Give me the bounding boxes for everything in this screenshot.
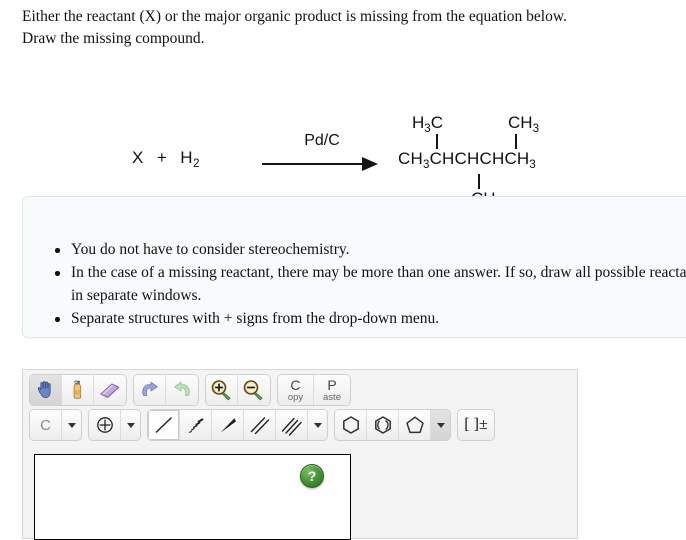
atom-element-dropdown[interactable] bbox=[62, 410, 81, 440]
question-prompt: Either the reactant (X) or the major org… bbox=[0, 0, 686, 50]
plus-circle-icon bbox=[96, 417, 113, 433]
eraser-tool[interactable] bbox=[94, 375, 126, 405]
benzene-ring-icon bbox=[374, 416, 391, 434]
product-methyl-top-right: CH3 bbox=[508, 113, 539, 135]
prompt-line-1: Either the reactant (X) or the major org… bbox=[22, 8, 567, 25]
paste-button[interactable]: P aste bbox=[314, 375, 350, 405]
charge-dropdown[interactable] bbox=[121, 410, 140, 440]
copy-initial: C bbox=[290, 376, 301, 393]
bond-vertical-bottom bbox=[478, 174, 480, 189]
main-chain-c5: CH3 bbox=[504, 149, 537, 171]
bond-tools-group bbox=[147, 409, 328, 441]
solid-wedge-bond-tool[interactable] bbox=[212, 410, 244, 440]
chevron-down-icon bbox=[126, 422, 135, 428]
reactant-x: X bbox=[132, 148, 144, 167]
help-button[interactable]: ? bbox=[300, 464, 324, 488]
solid-wedge-bond-icon bbox=[220, 418, 236, 433]
bracket-charge-tool[interactable]: [ ]± bbox=[458, 410, 494, 440]
equation-reactants: X + H2 bbox=[132, 148, 200, 170]
main-chain-c1: CH3 bbox=[398, 149, 430, 171]
chevron-down-icon bbox=[67, 422, 76, 428]
reaction-arrow-head bbox=[362, 157, 378, 171]
hash-wedge-bond-tool[interactable] bbox=[180, 410, 212, 440]
eraser-icon bbox=[100, 383, 120, 398]
charge-tools-group bbox=[88, 409, 141, 441]
zoom-in-button[interactable] bbox=[206, 375, 238, 405]
list-item: In the case of a missing reactant, there… bbox=[55, 262, 686, 307]
single-bond-tool[interactable] bbox=[148, 410, 180, 440]
single-bond-icon bbox=[155, 417, 172, 433]
zoom-in-icon bbox=[211, 380, 231, 401]
editor-toolbar-row-1: C opy P aste bbox=[23, 370, 577, 406]
atom-tools-group: C bbox=[29, 409, 82, 441]
double-bond-icon bbox=[250, 417, 269, 435]
paste-icon: P aste bbox=[323, 378, 341, 403]
atom-element-tool[interactable]: C bbox=[30, 410, 62, 440]
ring-dropdown[interactable] bbox=[431, 410, 450, 440]
list-item: Separate structures with + signs from th… bbox=[55, 308, 686, 330]
zoom-tools-group bbox=[205, 374, 271, 406]
instructions-box: You do not have to consider stereochemis… bbox=[22, 196, 686, 338]
product-top-bonds bbox=[398, 134, 536, 150]
chevron-down-icon bbox=[436, 422, 445, 428]
main-chain-mid: CHCHCH bbox=[429, 149, 505, 168]
eraser-bottle-tool[interactable] bbox=[62, 375, 94, 405]
triple-bond-tool[interactable] bbox=[276, 410, 308, 440]
chevron-down-icon bbox=[313, 422, 322, 428]
list-item: You do not have to consider stereochemis… bbox=[55, 239, 686, 261]
hand-icon bbox=[37, 381, 51, 399]
product-top-substituents: H3C CH3 bbox=[398, 113, 539, 135]
bracket-charge-icon: [ ]± bbox=[464, 416, 488, 433]
bond-vertical-top-left bbox=[436, 134, 438, 149]
equation-plus: + bbox=[156, 148, 168, 167]
cyclohexane-ring-tool[interactable] bbox=[335, 410, 367, 440]
product-main-chain: CH3CHCHCHCH3 bbox=[398, 150, 536, 174]
reaction-arrow-line bbox=[262, 163, 370, 165]
cyclopentane-ring-tool[interactable] bbox=[399, 410, 431, 440]
bond-dropdown[interactable] bbox=[308, 410, 327, 440]
zoom-out-button[interactable] bbox=[238, 375, 270, 405]
paste-label: aste bbox=[323, 391, 341, 403]
charge-tool[interactable] bbox=[89, 410, 121, 440]
pan-hand-tool[interactable] bbox=[30, 375, 62, 405]
redo-arrow-icon bbox=[174, 381, 190, 396]
carbon-atom-icon: C bbox=[40, 416, 51, 434]
undo-arrow-icon bbox=[141, 381, 158, 396]
bracket-tools-group: [ ]± bbox=[457, 409, 495, 441]
undo-button[interactable] bbox=[134, 375, 166, 405]
double-bond-tool[interactable] bbox=[244, 410, 276, 440]
zoom-out-icon bbox=[243, 380, 263, 401]
molecular-structure-editor: C opy P aste C []± bbox=[22, 369, 578, 540]
prompt-line-2: Draw the missing compound. bbox=[22, 30, 205, 47]
hexagon-ring-icon bbox=[342, 416, 359, 434]
hash-wedge-bond-icon bbox=[188, 418, 203, 433]
history-tools-group bbox=[133, 374, 199, 406]
bond-vertical-top-right bbox=[515, 134, 517, 149]
paste-initial: P bbox=[327, 376, 337, 393]
redo-button[interactable] bbox=[166, 375, 198, 405]
copy-icon: C opy bbox=[288, 378, 303, 403]
benzene-ring-tool[interactable] bbox=[367, 410, 399, 440]
product-methyl-top-left: H3C bbox=[412, 113, 443, 135]
ring-tools-group bbox=[334, 409, 451, 441]
instructions-list: You do not have to consider stereochemis… bbox=[23, 197, 686, 331]
triple-bond-icon bbox=[281, 417, 302, 436]
reactant-hydrogen: H2 bbox=[180, 148, 200, 170]
select-tools-group bbox=[29, 374, 127, 406]
catalyst-label: Pd/C bbox=[304, 132, 340, 149]
spray-bottle-icon bbox=[73, 380, 81, 399]
chemical-equation: X + H2 Pd/C H3C CH3 CH3CHCHCHCH3 CH3 bbox=[0, 54, 686, 210]
clipboard-tools-group: C opy P aste bbox=[277, 374, 351, 406]
copy-button[interactable]: C opy bbox=[278, 375, 314, 405]
product-bottom-bond bbox=[398, 174, 536, 190]
pentagon-ring-icon bbox=[405, 416, 424, 434]
editor-toolbar-row-2: C []± bbox=[23, 406, 577, 441]
reaction-arrow-group: Pd/C bbox=[262, 132, 382, 178]
copy-label: opy bbox=[287, 391, 304, 403]
